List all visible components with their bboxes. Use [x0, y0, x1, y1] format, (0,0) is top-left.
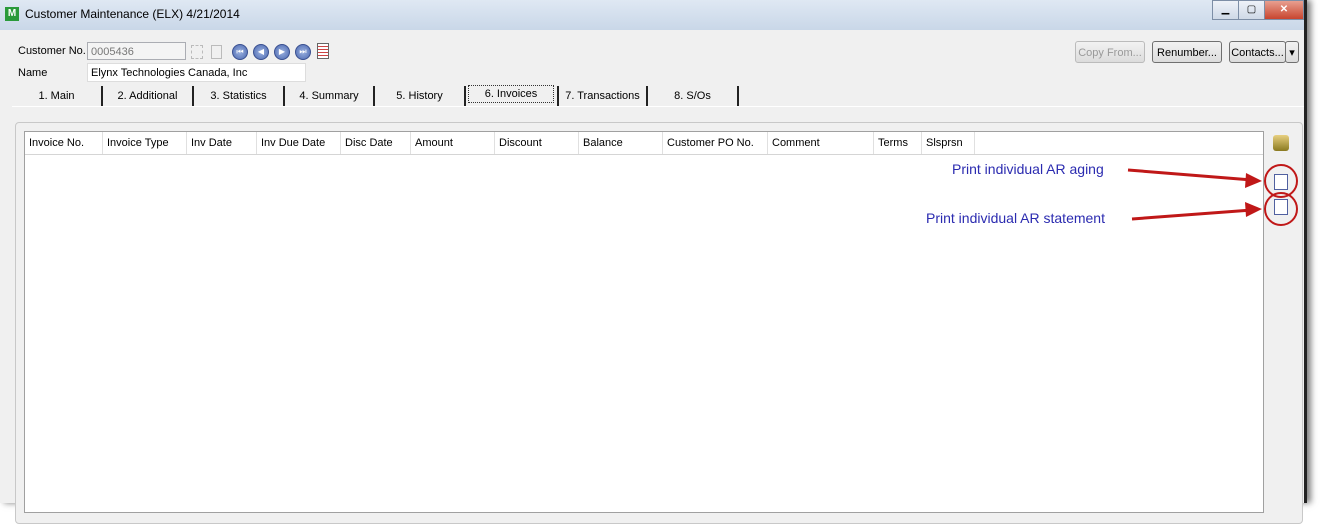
aging-arrowhead [1245, 173, 1262, 188]
statement-arrowhead [1245, 202, 1262, 217]
statement-arrow [1131, 208, 1253, 221]
aging-arrow [1127, 168, 1253, 182]
annotation-arrows [1127, 168, 1262, 221]
